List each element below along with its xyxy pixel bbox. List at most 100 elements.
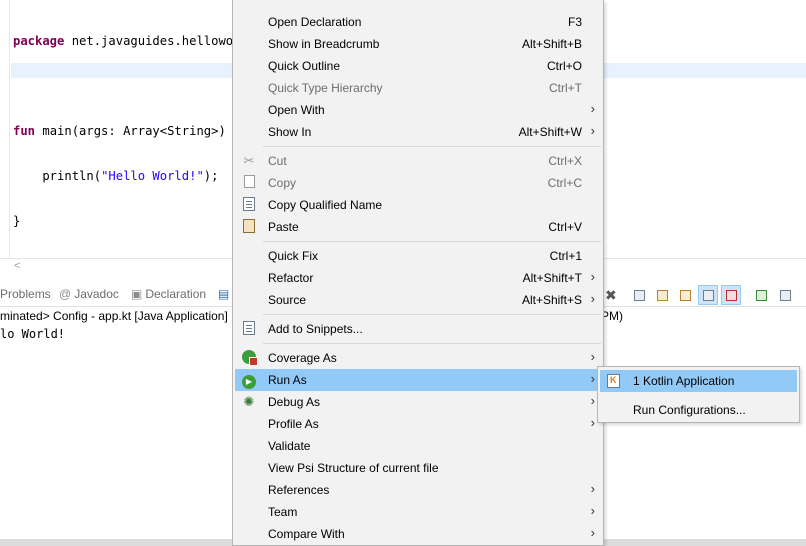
pin-console-button[interactable] bbox=[675, 285, 695, 305]
menu-item-label: Open With bbox=[268, 103, 325, 117]
snippets-icon bbox=[241, 321, 257, 337]
code-text[interactable]: package net.javaguides.helloworl fun mai… bbox=[13, 4, 248, 259]
menu-item-add-to-snippets[interactable]: Add to Snippets... bbox=[235, 318, 601, 340]
submenu-item-kotlin-application[interactable]: 1 Kotlin Application bbox=[600, 370, 797, 392]
code-line-1: package net.javaguides.helloworl bbox=[13, 34, 248, 49]
chevron-right-icon: › bbox=[590, 525, 595, 540]
menu-item-quick-fix[interactable]: Quick Fix Ctrl+1 bbox=[235, 245, 601, 267]
code-text-segment: println( bbox=[13, 169, 102, 183]
menu-item-open-with[interactable]: Open With › bbox=[235, 99, 601, 121]
menu-item-quick-outline[interactable]: Quick Outline Ctrl+O bbox=[235, 55, 601, 77]
debug-icon: ✺ bbox=[243, 394, 255, 409]
tab-label: Javadoc bbox=[74, 287, 119, 301]
menu-item-accelerator: Alt+Shift+S bbox=[521, 293, 582, 307]
console-icon: ▤ bbox=[218, 287, 230, 301]
menu-item-compare-with[interactable]: Compare With › bbox=[235, 523, 601, 545]
menu-item-label: Quick Fix bbox=[268, 249, 319, 263]
menu-item-accelerator: F3 bbox=[567, 15, 582, 29]
show-on-output-button[interactable] bbox=[698, 285, 718, 305]
code-text-segment: net.javaguides.helloworl bbox=[64, 34, 248, 48]
menu-item-label: Run As bbox=[268, 373, 307, 387]
pin-icon bbox=[680, 290, 691, 301]
menu-item-copy: Copy Ctrl+C bbox=[235, 172, 601, 194]
menu-item-cut: ✂ Cut Ctrl+X bbox=[235, 150, 601, 172]
menu-item-validate[interactable]: Validate bbox=[235, 435, 601, 457]
menu-item-label: Show in Breadcrumb bbox=[268, 37, 380, 51]
scroll-lock-button[interactable] bbox=[629, 285, 649, 305]
menu-item-refactor[interactable]: Refactor Alt+Shift+T › bbox=[235, 267, 601, 289]
menu-item-accelerator: Ctrl+V bbox=[548, 220, 582, 234]
menu-item-label: Add to Snippets... bbox=[268, 322, 363, 336]
show-on-error-button[interactable] bbox=[721, 285, 741, 305]
submenu-item-run-configurations[interactable]: Run Configurations... bbox=[600, 399, 797, 421]
coverage-icon bbox=[241, 350, 258, 366]
menu-item-label: Coverage As bbox=[268, 351, 337, 365]
run-icon: ▶ bbox=[241, 372, 257, 389]
menu-item-profile-as[interactable]: Profile As › bbox=[235, 413, 601, 435]
scroll-left-arrow-icon[interactable]: < bbox=[14, 260, 20, 272]
menu-item-run-as[interactable]: ▶ Run As › bbox=[235, 369, 601, 391]
menu-item-team[interactable]: Team › bbox=[235, 501, 601, 523]
menu-item-accelerator: Ctrl+X bbox=[548, 154, 582, 168]
menu-item-accelerator: Ctrl+1 bbox=[549, 249, 582, 263]
tab-label: Declaration bbox=[145, 287, 207, 301]
menu-separator bbox=[263, 314, 601, 315]
tab-javadoc[interactable]: @ Javadoc bbox=[59, 287, 119, 301]
menu-item-accelerator: Alt+Shift+B bbox=[521, 37, 582, 51]
menu-item-label: References bbox=[268, 483, 330, 497]
declaration-icon: ▣ bbox=[131, 287, 143, 301]
tab-problems[interactable]: Problems bbox=[0, 287, 51, 301]
menu-item-open-declaration[interactable]: Open Declaration F3 bbox=[235, 11, 601, 33]
display-console-icon bbox=[780, 290, 791, 301]
menu-item-label: Validate bbox=[268, 439, 311, 453]
menu-item-source[interactable]: Source Alt+Shift+S › bbox=[235, 289, 601, 311]
menu-item-label: Team bbox=[268, 505, 298, 519]
menu-item-view-psi-structure[interactable]: View Psi Structure of current file bbox=[235, 457, 601, 479]
console-status-time: PM) bbox=[601, 309, 623, 323]
keyword: package bbox=[13, 34, 65, 48]
code-text-segment: ); bbox=[203, 169, 219, 183]
menu-separator bbox=[263, 241, 601, 242]
code-line-4: println("Hello World!"); bbox=[13, 169, 248, 184]
chevron-right-icon: › bbox=[590, 503, 595, 518]
display-console-button[interactable] bbox=[775, 285, 795, 305]
menu-item-accelerator: Ctrl+C bbox=[547, 176, 582, 190]
menu-item-copy-qualified-name[interactable]: Copy Qualified Name bbox=[235, 194, 601, 216]
menu-item-label: Quick Type Hierarchy bbox=[268, 81, 383, 95]
word-wrap-button[interactable] bbox=[652, 285, 672, 305]
menu-item-references[interactable]: References › bbox=[235, 479, 601, 501]
context-menu: Open Declaration F3 Show in Breadcrumb Alt… bbox=[232, 0, 604, 546]
menu-item-paste[interactable]: Paste Ctrl+V bbox=[235, 216, 601, 238]
code-line-3: fun main(args: Array<String>) bbox=[13, 124, 248, 139]
chevron-right-icon: › bbox=[590, 269, 595, 284]
menu-separator bbox=[263, 146, 601, 147]
open-console-icon bbox=[756, 290, 767, 301]
open-console-button[interactable] bbox=[751, 285, 771, 305]
menu-item-accelerator: Alt+Shift+T bbox=[522, 271, 582, 285]
menu-item-label: Cut bbox=[268, 154, 287, 168]
chevron-right-icon: › bbox=[590, 481, 595, 496]
code-text-segment: main(args: Array<String>) bbox=[35, 124, 234, 138]
menu-item-label: Source bbox=[268, 293, 307, 307]
tab-label: Problems bbox=[0, 287, 51, 301]
string-literal: "Hello World!" bbox=[101, 169, 204, 183]
kotlin-file-icon bbox=[607, 374, 620, 388]
menu-separator bbox=[263, 343, 601, 344]
code-line-5: } bbox=[13, 214, 248, 229]
chevron-right-icon: › bbox=[590, 291, 595, 306]
menu-item-show-in-breadcrumb[interactable]: Show in Breadcrumb Alt+Shift+B bbox=[235, 33, 601, 55]
copy-icon bbox=[241, 175, 257, 191]
tab-console[interactable]: ▤ bbox=[218, 287, 232, 301]
menu-item-label: Open Declaration bbox=[268, 15, 362, 29]
menu-item-label: Compare With bbox=[268, 527, 345, 541]
show-output-icon bbox=[703, 290, 714, 301]
chevron-right-icon: › bbox=[590, 123, 595, 138]
run-as-submenu: 1 Kotlin Application Run Configurations.… bbox=[597, 366, 800, 423]
tab-declaration[interactable]: ▣ Declaration bbox=[131, 287, 206, 301]
menu-item-show-in[interactable]: Show In Alt+Shift+W › bbox=[235, 121, 601, 143]
code-text-segment: } bbox=[13, 214, 21, 228]
menu-item-coverage-as[interactable]: Coverage As › bbox=[235, 347, 601, 369]
console-output[interactable]: lo World! bbox=[0, 327, 65, 341]
show-error-icon bbox=[726, 290, 737, 301]
menu-item-debug-as[interactable]: ✺ Debug As › bbox=[235, 391, 601, 413]
